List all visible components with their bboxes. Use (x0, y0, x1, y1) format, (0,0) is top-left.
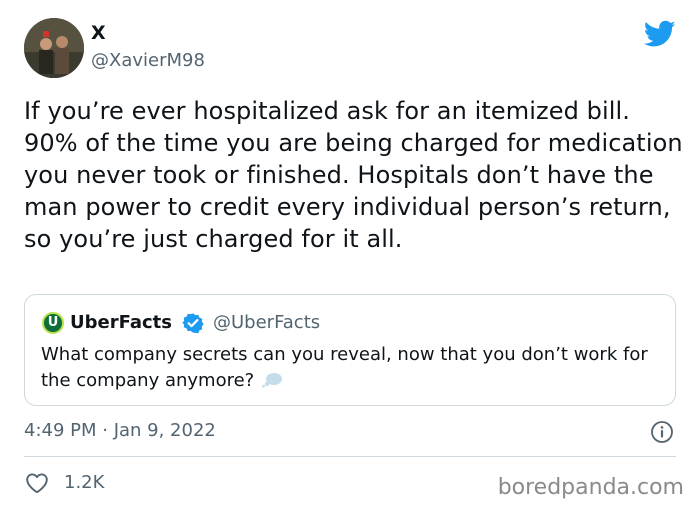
like-count[interactable]: 1.2K (64, 471, 104, 495)
user-handle[interactable]: @XavierM98 (91, 50, 205, 72)
quoted-handle[interactable]: @UberFacts (213, 311, 320, 335)
thought-bubble-icon (262, 373, 283, 388)
quoted-display-name[interactable]: UberFacts (70, 311, 172, 335)
info-icon[interactable] (650, 420, 674, 444)
display-name[interactable]: X (91, 21, 106, 45)
divider (24, 456, 676, 457)
quoted-avatar[interactable]: U (42, 312, 64, 334)
watermark: boredpanda.com (497, 475, 684, 500)
tweet-timestamp[interactable]: 4:49 PM · Jan 9, 2022 (24, 419, 216, 443)
heart-icon[interactable] (25, 472, 49, 494)
quoted-text-content: What company secrets can you reveal, now… (41, 344, 648, 391)
twitter-bird-icon[interactable] (644, 20, 676, 48)
quoted-tweet-text: What company secrets can you reveal, now… (41, 342, 661, 394)
avatar[interactable] (24, 18, 84, 78)
tweet-text: If you’re ever hospitalized ask for an i… (24, 97, 683, 253)
quoted-tweet-card[interactable]: U UberFacts @UberFacts What company secr… (24, 294, 676, 406)
verified-badge-icon (182, 313, 204, 334)
